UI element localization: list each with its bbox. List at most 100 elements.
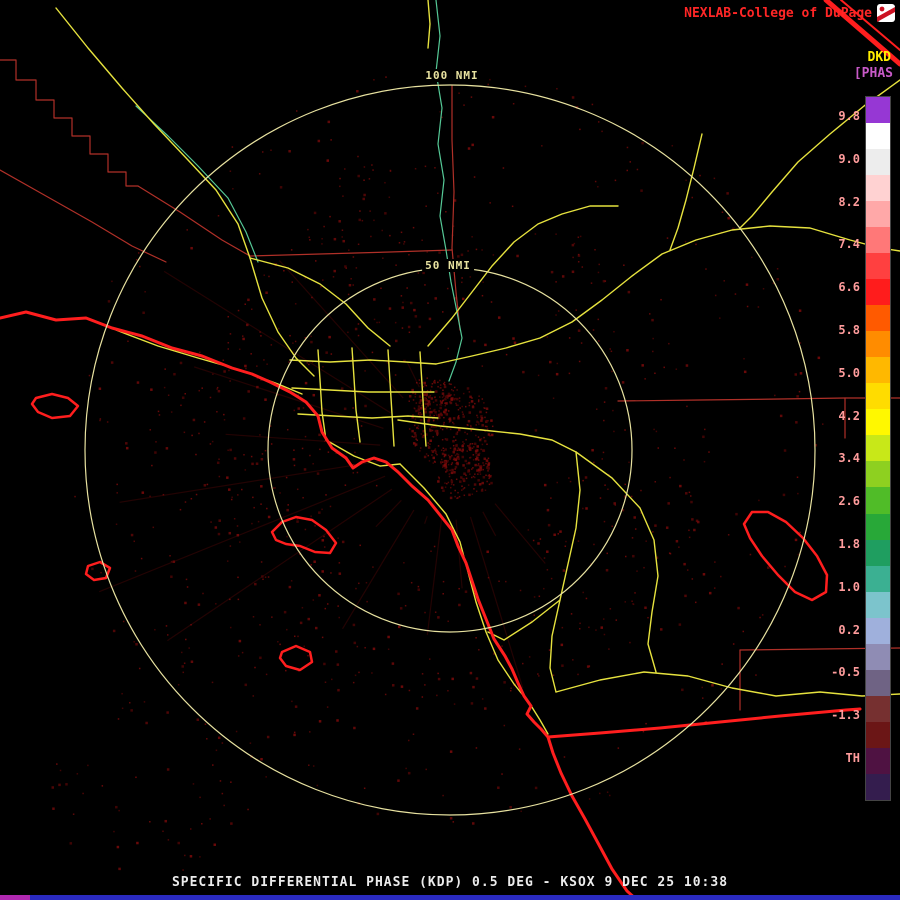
radar-echo-pixel [418,382,421,385]
radar-echo-pixel [302,407,305,409]
radar-echo-pixel [321,570,324,573]
radar-echo-pixel [519,589,522,592]
radar-echo-pixel [357,155,359,158]
radar-echo-pixel [595,408,598,410]
radar-echo-pixel [634,528,637,530]
radar-echo-pixel [373,298,376,301]
radar-echo-pixel [683,562,686,566]
radar-echo-pixel [714,294,717,297]
radar-echo-pixel [478,452,481,455]
radar-echo-pixel [432,409,436,412]
radar-echo-pixel [296,520,299,523]
radar-echo-pixel [380,287,382,290]
radar-echo-pixel [88,374,91,377]
radar-echo-pixel [307,617,311,621]
radar-echo-pixel [655,430,658,433]
radar-echo-pixel [421,673,424,675]
radar-echo-pixel [167,839,170,841]
radar-echo-pixel [439,427,442,429]
radar-echo-pixel [166,711,169,714]
radar-echo-pixel [598,340,600,342]
radar-echo-pixel [697,520,700,524]
clutter-spoke [424,515,428,524]
radar-echo-pixel [429,439,432,442]
radar-echo-pixel [117,718,120,720]
radar-echo-pixel [201,823,203,825]
radar-echo-pixel [550,270,554,274]
radar-echo-pixel [247,808,249,811]
radar-echo-pixel [486,480,488,483]
radar-echo-pixel [301,447,304,450]
radar-echo-pixel [454,439,457,441]
radar-echo-pixel [326,603,329,605]
radar-echo-pixel [338,572,342,575]
radar-echo-pixel [301,606,304,609]
radar-echo-pixel [571,96,575,99]
radar-echo-pixel [572,659,574,661]
radar-echo-pixel [477,473,479,475]
radar-echo-pixel [357,174,360,178]
radar-echo-pixel [363,166,366,168]
radar-echo-pixel [460,450,463,452]
radar-echo-pixel [344,265,347,268]
radar-echo-pixel [425,393,428,396]
radar-echo-pixel [483,439,487,443]
radar-echo-pixel [155,441,157,443]
radar-echo-pixel [606,791,609,793]
colorbar-tick-label: 5.8 [838,323,860,337]
radar-echo-pixel [221,792,224,795]
radar-echo-pixel [402,301,404,304]
radar-echo-pixel [412,399,415,401]
radar-echo-pixel [441,428,444,431]
radar-echo-pixel [484,407,486,409]
radar-echo-pixel [279,492,281,494]
radar-echo-pixel [418,411,420,413]
radar-echo-pixel [277,640,279,643]
radar-echo-pixel [348,249,350,251]
radar-echo-pixel [439,384,442,386]
radar-echo-pixel [336,719,339,722]
radar-echo-pixel [440,401,443,404]
radar-echo-pixel [631,537,634,539]
radar-echo-pixel [290,580,293,582]
radar-echo-pixel [425,406,428,408]
radar-echo-pixel [447,689,449,692]
radar-echo-pixel [441,392,445,395]
radar-echo-pixel [439,417,441,419]
radar-echo-pixel [366,600,368,603]
radar-echo-pixel [721,663,723,665]
radar-echo-pixel [149,820,151,823]
radar-echo-pixel [384,693,387,696]
radar-echo-pixel [627,290,631,294]
radar-echo-pixel [429,443,431,445]
radar-echo-pixel [456,453,458,455]
radar-echo-pixel [420,433,423,435]
radar-echo-pixel [330,353,333,355]
radar-echo-pixel [258,173,261,175]
radar-echo-pixel [465,477,468,480]
radar-echo-pixel [474,473,476,475]
radar-echo-pixel [294,705,298,708]
radar-echo-pixel [601,458,603,460]
radar-echo-pixel [483,457,487,461]
radar-echo-pixel [691,518,694,521]
radar-echo-pixel [325,494,327,496]
radar-echo-pixel [798,309,802,312]
radar-echo-pixel [302,496,304,499]
radar-echo-pixel [708,591,712,595]
radar-echo-pixel [720,688,723,690]
radar-echo-pixel [414,167,417,170]
radar-echo-pixel [236,533,240,537]
radar-echo-pixel [561,664,564,667]
radar-echo-pixel [341,236,343,238]
radar-echo-pixel [321,243,323,245]
radar-echo-pixel [419,411,422,414]
radar-echo-pixel [56,763,58,765]
radar-echo-pixel [688,491,691,494]
radar-echo-pixel [636,168,639,171]
radar-echo-pixel [533,596,536,598]
radar-echo-pixel [296,488,299,491]
radar-echo-pixel [481,443,484,446]
radar-echo-pixel [434,461,436,463]
radar-echo-pixel [293,449,295,451]
